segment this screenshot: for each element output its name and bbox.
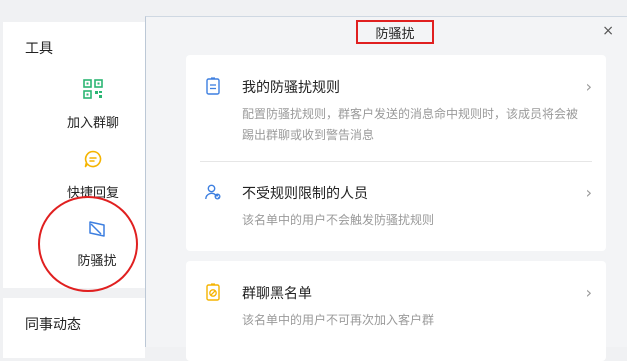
quick-reply-label: 快捷回复 bbox=[66, 186, 119, 201]
chevron-right-icon: › bbox=[585, 77, 592, 96]
chevron-right-icon: › bbox=[585, 283, 592, 302]
my-rules-desc: 配置防骚扰规则，群客户发送的消息命中规则时，该成员将会被踢出群聊或收到警告消息 bbox=[242, 107, 579, 142]
blacklist-desc: 该名单中的用户不可再次加入客户群 bbox=[242, 313, 435, 327]
rules-card: 我的防骚扰规则 配置防骚扰规则，群客户发送的消息命中规则时，该成员将会被踢出群聊… bbox=[186, 55, 606, 251]
colleague-panel: 同事动态 bbox=[3, 298, 145, 358]
blacklist-card: 群聊黑名单 该名单中的用户不可再次加入客户群 › bbox=[186, 261, 606, 361]
chat-bubble-icon bbox=[84, 150, 102, 168]
top-strip bbox=[0, 0, 627, 8]
exempt-users-desc: 该名单中的用户不会触发防骚扰规则 bbox=[242, 213, 435, 227]
chevron-right-icon: › bbox=[585, 183, 592, 202]
join-group-label: 加入群聊 bbox=[66, 116, 119, 131]
clipboard-block-icon bbox=[206, 283, 220, 301]
user-check-icon bbox=[205, 184, 221, 200]
blacklist-title: 群聊黑名单 bbox=[242, 286, 312, 302]
exempt-users-title: 不受规则限制的人员 bbox=[242, 186, 368, 202]
anti-harassment-tool[interactable]: 防骚扰 bbox=[47, 218, 147, 269]
blacklist-item[interactable]: 群聊黑名单 该名单中的用户不可再次加入客户群 › bbox=[186, 261, 606, 357]
close-button[interactable]: × bbox=[602, 23, 614, 39]
colleague-title: 同事动态 bbox=[25, 317, 81, 333]
tools-title: 工具 bbox=[25, 41, 53, 57]
qr-code-icon bbox=[83, 79, 103, 99]
my-rules-title: 我的防骚扰规则 bbox=[242, 80, 340, 96]
quick-reply-tool[interactable]: 快捷回复 bbox=[43, 148, 143, 201]
anti-harassment-label: 防骚扰 bbox=[77, 254, 117, 269]
dialog-title: 防骚扰 bbox=[356, 20, 434, 44]
clipboard-icon bbox=[206, 77, 220, 95]
anti-harassment-dialog: 防骚扰 × 我的防骚扰规则 配置防骚扰规则，群客户发送的消息命中规则时，该成员将… bbox=[145, 16, 627, 361]
shield-flag-icon bbox=[89, 221, 105, 237]
exempt-users-item[interactable]: 不受规则限制的人员 该名单中的用户不会触发防骚扰规则 › bbox=[186, 161, 606, 257]
my-rules-item[interactable]: 我的防骚扰规则 配置防骚扰规则，群客户发送的消息命中规则时，该成员将会被踢出群聊… bbox=[186, 55, 606, 151]
join-group-tool[interactable]: 加入群聊 bbox=[43, 78, 143, 131]
tools-panel: 工具 加入群聊 快捷回复 防骚扰 bbox=[3, 22, 145, 288]
